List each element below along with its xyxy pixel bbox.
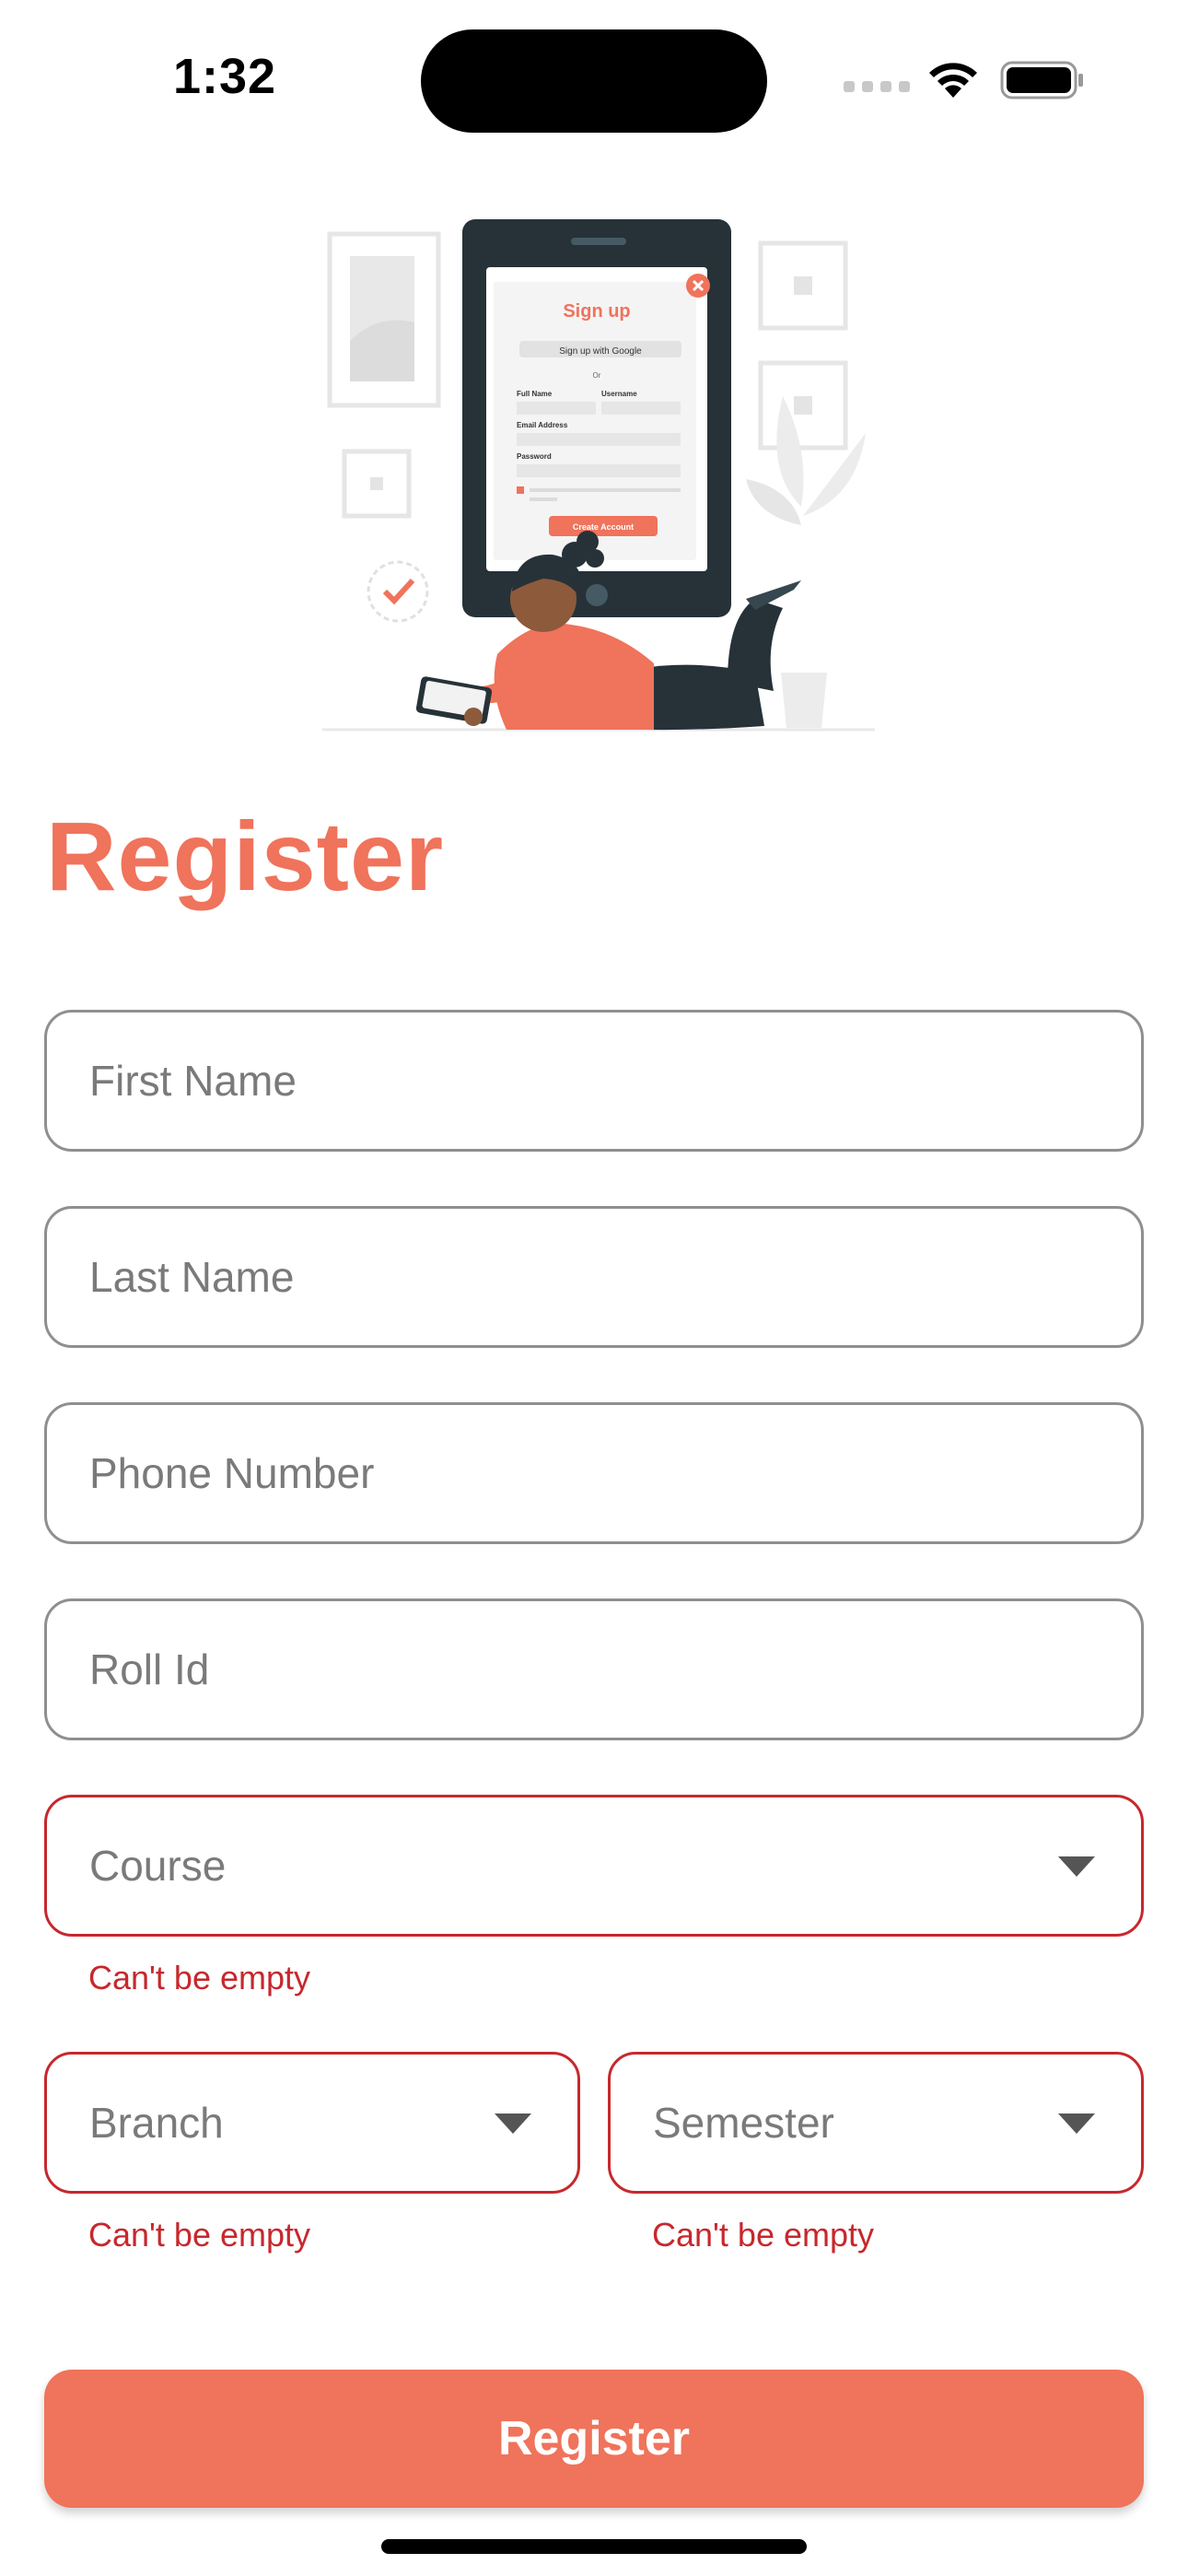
battery-icon bbox=[1000, 61, 1083, 100]
course-error-message: Can't be empty bbox=[88, 1959, 310, 1996]
status-bar: 1:32 bbox=[0, 0, 1188, 147]
illustration-fullname-label: Full Name bbox=[517, 390, 553, 398]
illustration-password-label: Password bbox=[517, 452, 552, 461]
course-dropdown-label: Course bbox=[89, 1842, 227, 1890]
illustration-or-label: Or bbox=[593, 371, 601, 380]
roll-id-input[interactable] bbox=[47, 1601, 1141, 1738]
branch-dropdown-label: Branch bbox=[89, 2099, 224, 2147]
course-dropdown[interactable]: Course bbox=[44, 1795, 1144, 1937]
last-name-input[interactable] bbox=[47, 1209, 1141, 1345]
branch-error-message: Can't be empty bbox=[88, 2216, 310, 2254]
last-name-field[interactable] bbox=[44, 1206, 1144, 1348]
status-time: 1:32 bbox=[173, 49, 277, 104]
first-name-input[interactable] bbox=[47, 1013, 1141, 1149]
illustration-signup-title: Sign up bbox=[563, 301, 630, 322]
register-button[interactable]: Register bbox=[44, 2370, 1144, 2508]
illustration-google-label: Sign up with Google bbox=[559, 346, 642, 357]
phone-number-field[interactable] bbox=[44, 1402, 1144, 1544]
dynamic-island bbox=[421, 29, 767, 133]
page-title: Register bbox=[46, 802, 445, 911]
home-indicator bbox=[381, 2539, 807, 2554]
wifi-icon bbox=[929, 63, 977, 98]
signup-illustration: Sign up Sign up with Google Or Full Name… bbox=[322, 219, 875, 732]
chevron-down-icon bbox=[1058, 2113, 1095, 2134]
branch-dropdown[interactable]: Branch bbox=[44, 2052, 580, 2194]
roll-id-field[interactable] bbox=[44, 1598, 1144, 1740]
illustration-email-label: Email Address bbox=[517, 421, 568, 429]
phone-number-input[interactable] bbox=[47, 1405, 1141, 1541]
semester-dropdown-label: Semester bbox=[653, 2099, 834, 2147]
chevron-down-icon bbox=[495, 2113, 531, 2134]
illustration-username-label: Username bbox=[601, 390, 637, 398]
semester-dropdown[interactable]: Semester bbox=[608, 2052, 1144, 2194]
semester-error-message: Can't be empty bbox=[652, 2216, 874, 2254]
first-name-field[interactable] bbox=[44, 1010, 1144, 1152]
chevron-down-icon bbox=[1058, 1856, 1095, 1877]
illustration-create-account-label: Create Account bbox=[573, 522, 634, 532]
